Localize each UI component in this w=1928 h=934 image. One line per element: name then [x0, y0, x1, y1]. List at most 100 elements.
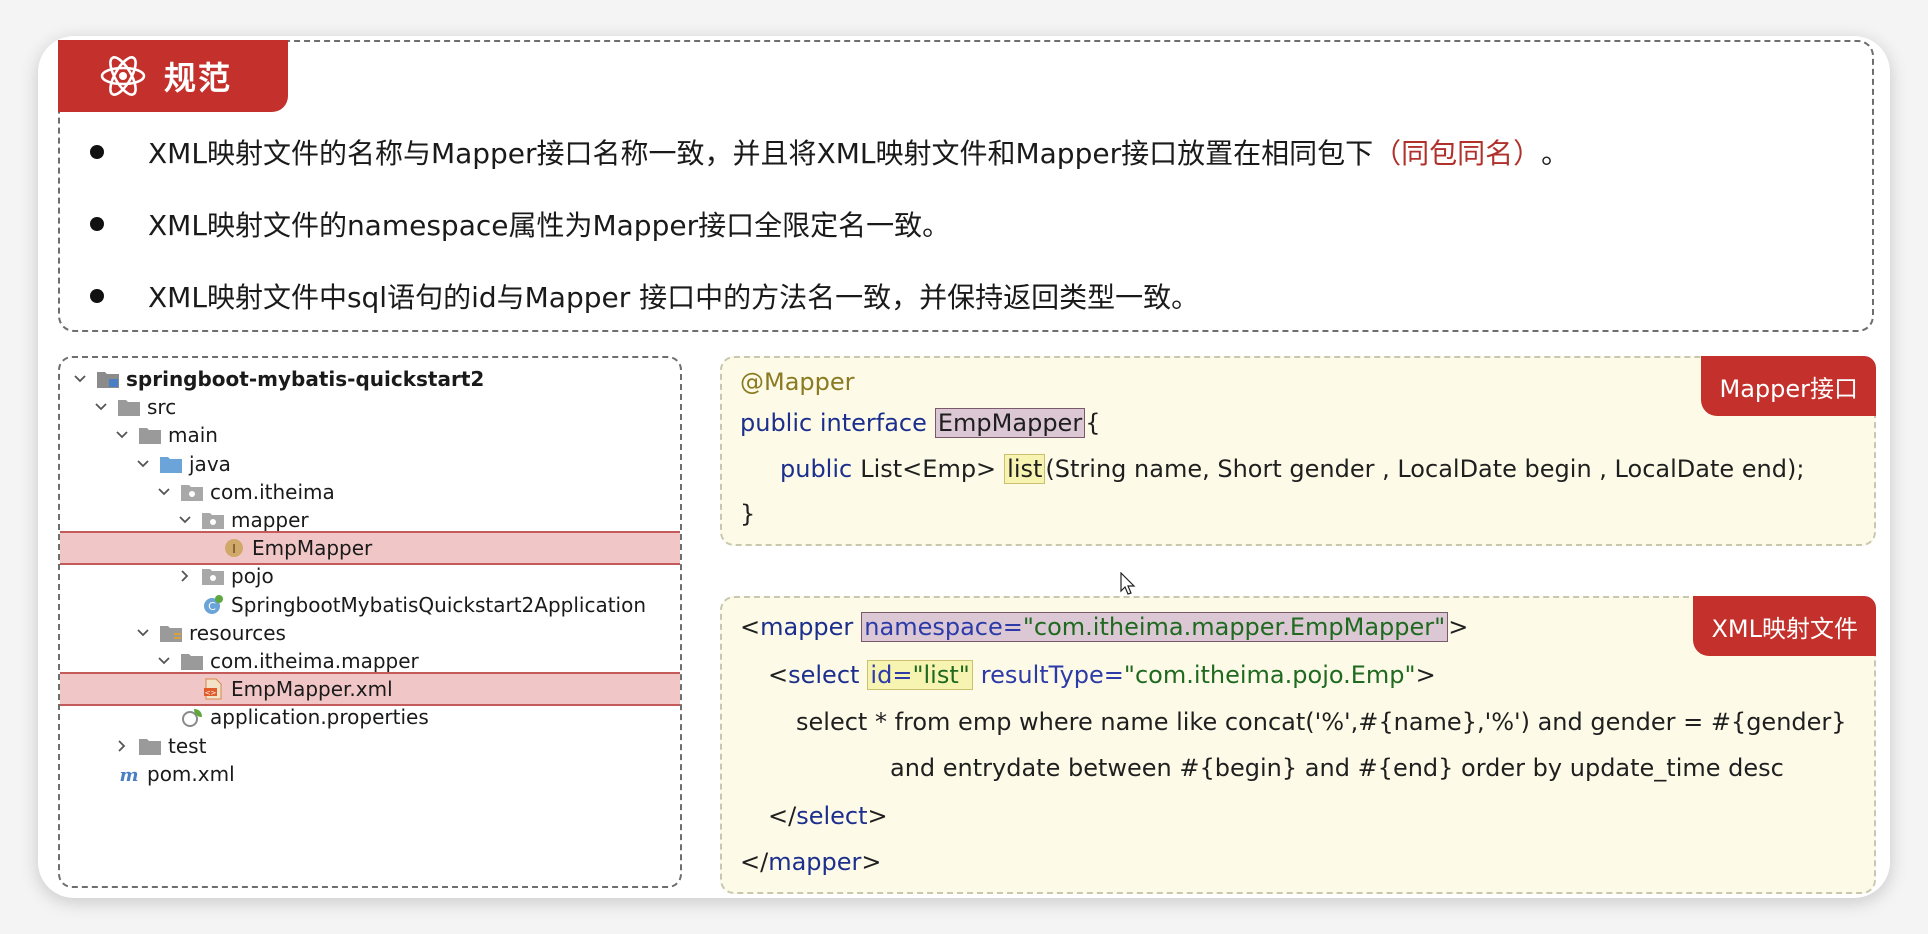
- brace: {: [1085, 409, 1101, 437]
- tree-item-label: src: [147, 395, 177, 420]
- rule-accent: （同包同名）: [1373, 137, 1542, 170]
- tag-bracket: >: [1448, 613, 1469, 641]
- chevron-down-icon[interactable]: [135, 456, 151, 472]
- code-line: </mapper >: [740, 848, 882, 876]
- return-type: List<Emp>: [860, 455, 997, 483]
- svg-text:m: m: [119, 765, 138, 785]
- mapper-interface-panel: Mapper接口 @Mapper public interface EmpMap…: [720, 356, 1876, 546]
- tree-item-label: com.itheima.mapper: [210, 649, 419, 673]
- xml-mapping-tag: XML映射文件: [1693, 596, 1876, 656]
- project-tree: springboot-mybatis-quickstart2 src main jav…: [58, 356, 682, 888]
- xml-tag: mapper: [760, 613, 854, 641]
- tag-bracket: </: [740, 848, 769, 876]
- chevron-down-icon[interactable]: [156, 484, 172, 500]
- tag-bracket: <: [768, 661, 789, 689]
- folder-icon: [138, 424, 162, 446]
- rule-text: XML映射文件的namespace属性为Mapper接口全限定名一致。: [148, 209, 951, 242]
- tree-item-label: pojo: [231, 564, 274, 589]
- code-line: public List<Emp> list (String name, Shor…: [780, 454, 1804, 484]
- sql-line: and entrydate between #{begin} and #{end…: [890, 754, 1784, 782]
- chevron-down-icon[interactable]: [114, 427, 130, 443]
- xml-tag: select: [788, 661, 860, 689]
- section-title: 规范: [164, 59, 233, 97]
- bullet-icon: [90, 289, 104, 303]
- tree-item-label: java: [189, 451, 231, 476]
- xml-mapping-panel: XML映射文件 < mapper namespace="com.itheima.m…: [720, 596, 1876, 894]
- mapper-interface-tag: Mapper接口: [1701, 356, 1876, 416]
- folder-icon: [138, 735, 162, 757]
- package-icon: [180, 481, 204, 503]
- code-line: @Mapper: [740, 368, 855, 396]
- code-line: </select >: [768, 802, 888, 830]
- bullet-icon: [90, 217, 104, 231]
- source-folder-icon: [159, 453, 183, 475]
- rule-text: XML映射文件的名称与Mapper接口名称一致，并且将XML映射文件和Mappe…: [148, 137, 1374, 170]
- svg-text:C: C: [208, 600, 216, 613]
- tree-item-label: SpringbootMybatisQuickstart2Application: [231, 592, 647, 617]
- module-folder-icon: [96, 368, 120, 390]
- id-attribute: id="list": [867, 660, 973, 690]
- rule-item: XML映射文件的namespace属性为Mapper接口全限定名一致。: [90, 204, 950, 244]
- tree-item-label: EmpMapper.xml: [231, 677, 393, 702]
- tree-item-label: resources: [189, 620, 286, 645]
- tree-item-pom-xml[interactable]: m pom.xml: [60, 757, 680, 791]
- chevron-down-icon[interactable]: [156, 653, 172, 669]
- brace: }: [740, 500, 756, 528]
- method-name: list: [1004, 454, 1046, 484]
- tag-bracket: >: [861, 848, 882, 876]
- rule-item: XML映射文件中sql语句的id与Mapper 接口中的方法名一致，并保持返回类…: [90, 276, 1199, 316]
- tree-item-label: EmpMapper: [252, 536, 373, 561]
- folder-icon: [117, 396, 141, 418]
- bullet-icon: [90, 145, 104, 159]
- annotation: @Mapper: [740, 368, 855, 396]
- chevron-right-icon[interactable]: [177, 568, 193, 584]
- chevron-down-icon[interactable]: [177, 512, 193, 528]
- rule-end: 。: [1541, 137, 1570, 170]
- section-title-tab: 规范: [58, 40, 288, 112]
- method-params: (String name, Short gender , LocalDate b…: [1045, 455, 1805, 483]
- tag-bracket: </: [768, 802, 797, 830]
- resulttype-value: "com.itheima.pojo.Emp": [1123, 661, 1416, 689]
- code-line: }: [740, 500, 755, 528]
- folder-icon: [180, 650, 204, 672]
- namespace-attribute: namespace="com.itheima.mapper.EmpMapper": [861, 612, 1449, 642]
- keyword: public interface: [740, 409, 927, 437]
- tree-item-label: pom.xml: [147, 761, 235, 786]
- chevron-down-icon[interactable]: [93, 399, 109, 415]
- resulttype-attribute: resultType=: [980, 661, 1124, 689]
- code-line: < mapper namespace="com.itheima.mapper.Em…: [740, 612, 1468, 642]
- interface-name: EmpMapper: [934, 408, 1086, 438]
- package-icon: [201, 509, 225, 531]
- atom-icon: [100, 56, 146, 96]
- xml-file-icon: <>: [201, 678, 225, 700]
- tree-item-label: mapper: [231, 508, 309, 532]
- code-line: < select id="list" resultType= "com.itheim…: [768, 660, 1436, 690]
- svg-text:I: I: [232, 542, 236, 556]
- tag-bracket: >: [1415, 661, 1436, 689]
- chevron-down-icon[interactable]: [72, 371, 88, 387]
- tag-bracket: >: [867, 802, 888, 830]
- svg-text:<>: <>: [205, 689, 217, 697]
- code-line: public interface EmpMapper {: [740, 408, 1100, 438]
- spring-class-icon: C: [201, 594, 225, 616]
- chevron-right-icon[interactable]: [114, 738, 130, 754]
- tree-item-label: test: [168, 733, 207, 758]
- properties-icon: [180, 706, 204, 728]
- chevron-down-icon[interactable]: [135, 625, 151, 641]
- xml-tag: select: [796, 802, 868, 830]
- resources-folder-icon: [159, 622, 183, 644]
- package-icon: [201, 565, 225, 587]
- tree-item-label: main: [168, 423, 218, 448]
- slide-card: 规范 XML映射文件的名称与Mapper接口名称一致，并且将XML映射文件和Ma…: [38, 36, 1890, 898]
- tag-bracket: <: [740, 613, 761, 641]
- tree-item-label: com.itheima: [210, 479, 335, 504]
- rule-text: XML映射文件中sql语句的id与Mapper 接口中的方法名一致，并保持返回类…: [148, 281, 1200, 314]
- maven-icon: m: [117, 763, 141, 785]
- tree-item-label: application.properties: [210, 705, 429, 730]
- tree-item-label: springboot-mybatis-quickstart2: [126, 367, 485, 391]
